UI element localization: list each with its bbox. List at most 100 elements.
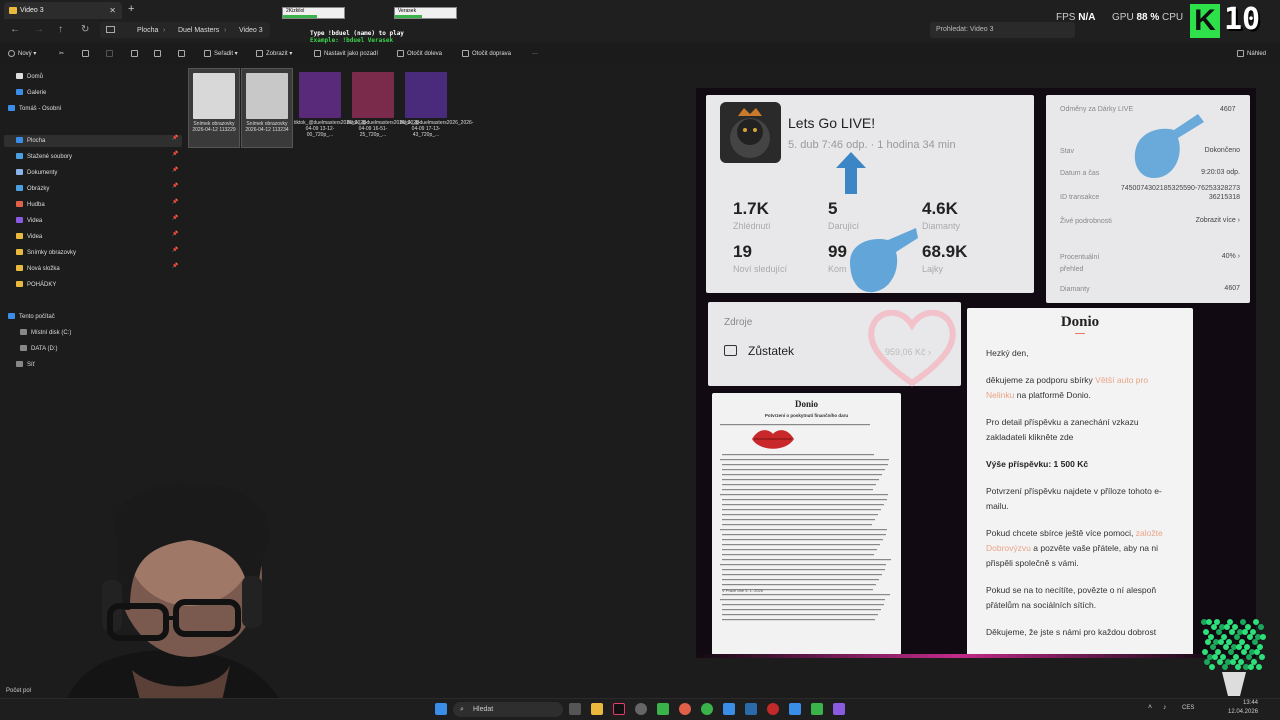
file-item[interactable]: tiktok_@duelmasters2026_2026-04-09 16-51… <box>347 68 420 148</box>
breadcrumb-duel-masters[interactable]: Duel Masters <box>178 24 219 38</box>
up-icon[interactable]: ↑ <box>58 24 63 35</box>
language-indicator[interactable]: CES <box>1182 705 1194 711</box>
discord-icon[interactable] <box>833 703 845 715</box>
back-icon[interactable]: ← <box>10 24 20 35</box>
pin-icon[interactable]: 📌 <box>172 183 178 189</box>
start-icon[interactable] <box>435 703 447 715</box>
sidebar-item[interactable]: Galerie <box>16 87 46 99</box>
app-icon[interactable] <box>679 703 691 715</box>
pin-icon[interactable]: 📌 <box>172 215 178 221</box>
sidebar-item[interactable]: POHÁDKY <box>16 279 56 291</box>
pin-icon[interactable]: 📌 <box>172 231 178 237</box>
settings-icon[interactable] <box>635 703 647 715</box>
chevron-up-icon[interactable]: ˄ <box>1148 704 1152 711</box>
text-line <box>720 529 887 531</box>
lion-avatar-icon <box>730 108 770 158</box>
sidebar-item[interactable]: Nová složka <box>16 263 60 275</box>
sidebar-item[interactable]: Domů <box>16 71 43 83</box>
clock-time[interactable]: 13:44 <box>1228 700 1258 706</box>
search-input[interactable]: Prohledat: Video 3 <box>930 22 1075 38</box>
leaf <box>1246 654 1252 660</box>
pin-icon[interactable]: 📌 <box>172 151 178 157</box>
cut-icon[interactable]: ✂ <box>59 49 64 59</box>
rename-icon[interactable] <box>131 49 141 59</box>
pin-icon[interactable]: 📌 <box>172 263 178 269</box>
sidebar-item[interactable]: Obrázky <box>16 183 49 195</box>
sort-button[interactable]: Seřadit ▾ <box>204 49 238 59</box>
more-button[interactable]: ··· <box>532 49 538 59</box>
paste-icon[interactable] <box>106 49 116 59</box>
pin-icon[interactable]: 📌 <box>172 135 178 141</box>
heart-icon <box>868 309 956 387</box>
file-explorer-icon[interactable] <box>591 703 603 715</box>
new-button[interactable]: Nový ▾ <box>8 49 36 59</box>
file-item[interactable]: tiktok_@duelmasters2026_2026-04-09 13-12… <box>294 68 367 148</box>
sidebar-item[interactable]: Snímky obrazovky <box>16 247 76 259</box>
sidebar-item[interactable]: Tomáš - Osobní <box>8 103 61 115</box>
tiktok-icon[interactable] <box>613 703 625 715</box>
text-line <box>722 499 887 501</box>
telegram-icon[interactable] <box>745 703 757 715</box>
avatar <box>720 102 781 163</box>
task-view-icon[interactable] <box>569 703 581 715</box>
clock-date[interactable]: 12.04.2026 <box>1228 709 1258 715</box>
notepad-icon[interactable] <box>789 703 801 715</box>
reward-row-value[interactable]: 40% › <box>1120 252 1240 261</box>
balance-label[interactable]: Zůstatek <box>748 344 794 358</box>
pin-icon[interactable]: 📌 <box>172 167 178 173</box>
preview-button[interactable]: Náhled <box>1237 49 1266 59</box>
delete-icon[interactable] <box>178 49 188 59</box>
pin-icon[interactable]: 📌 <box>172 199 178 205</box>
refresh-icon[interactable]: ↻ <box>81 24 89 35</box>
tab-video-3[interactable]: Video 3 ✕ <box>4 2 122 19</box>
sidebar-item[interactable]: Stažené soubory <box>16 151 72 163</box>
drive-icon <box>20 345 27 352</box>
file-item[interactable]: Snímek obrazovky 2026-04-12 113229 <box>188 68 240 148</box>
taskbar-search[interactable]: ⌕ Hledat <box>453 702 563 717</box>
reward-row-value[interactable]: Zobrazit více › <box>1120 216 1240 225</box>
new-tab-button[interactable]: + <box>128 3 134 15</box>
diamonds-value: 4.6K <box>922 199 958 218</box>
leaf <box>1259 654 1265 660</box>
file-item[interactable]: tiktok_@duelmasters2026_2026-04-09 17-13… <box>400 68 473 148</box>
share-icon[interactable] <box>154 49 164 59</box>
breadcrumb-video-3[interactable]: Video 3 <box>239 24 263 38</box>
sidebar-drive[interactable]: Síť <box>16 359 35 371</box>
chrome-icon[interactable] <box>701 703 713 715</box>
sidebar-item-label: Videa <box>27 218 43 224</box>
folder-icon <box>16 137 23 144</box>
set-background-button[interactable]: Nastavit jako pozadí <box>314 49 378 59</box>
obs-icon[interactable] <box>767 703 779 715</box>
sidebar-item[interactable]: Videa <box>16 215 42 227</box>
sidebar-drive[interactable]: Místní disk (C:) <box>20 327 71 339</box>
webcam-overlay <box>60 483 290 720</box>
xbox-icon[interactable] <box>657 703 669 715</box>
file-item[interactable]: Snímek obrazovky 2026-04-12 113234 <box>241 68 293 148</box>
sidebar-item[interactable]: Videa <box>16 231 42 243</box>
pin-icon[interactable]: 📌 <box>172 247 178 253</box>
forward-icon[interactable]: → <box>34 24 44 35</box>
sidebar-item[interactable]: Dokumenty <box>16 167 57 179</box>
folder-icon <box>16 185 23 192</box>
detail-link[interactable]: Pro detail příspěvku a zanechání vzkazu … <box>986 415 1178 445</box>
text-line <box>722 514 878 516</box>
help-paragraph: Pokud chcete sbírce ještě více pomoci, z… <box>986 528 1163 568</box>
leaf <box>1224 624 1230 630</box>
command-bar <box>0 45 1280 65</box>
app-icon[interactable] <box>723 703 735 715</box>
breadcrumb-plocha[interactable]: Plocha <box>137 24 158 38</box>
sidebar-item[interactable]: Hudba <box>16 199 45 211</box>
sidebar-item[interactable]: Plocha <box>16 135 45 147</box>
text-line <box>722 614 878 616</box>
view-button[interactable]: Zobrazit ▾ <box>256 49 292 59</box>
sidebar-item-label: Galerie <box>27 90 47 96</box>
media-player-icon[interactable] <box>811 703 823 715</box>
sidebar-drive[interactable]: DATA (D:) <box>20 343 57 355</box>
speaker-icon[interactable]: ♪ <box>1163 704 1167 711</box>
sidebar-this-pc[interactable]: Tento počítač <box>8 311 55 323</box>
rotate-left-button[interactable]: Otočit doleva <box>397 49 442 59</box>
rotate-right-button[interactable]: Otočit doprava <box>462 49 511 59</box>
close-tab-icon[interactable]: ✕ <box>109 2 116 19</box>
copy-icon[interactable] <box>82 49 92 59</box>
reward-row-label: Procentuální přehled <box>1060 254 1100 273</box>
